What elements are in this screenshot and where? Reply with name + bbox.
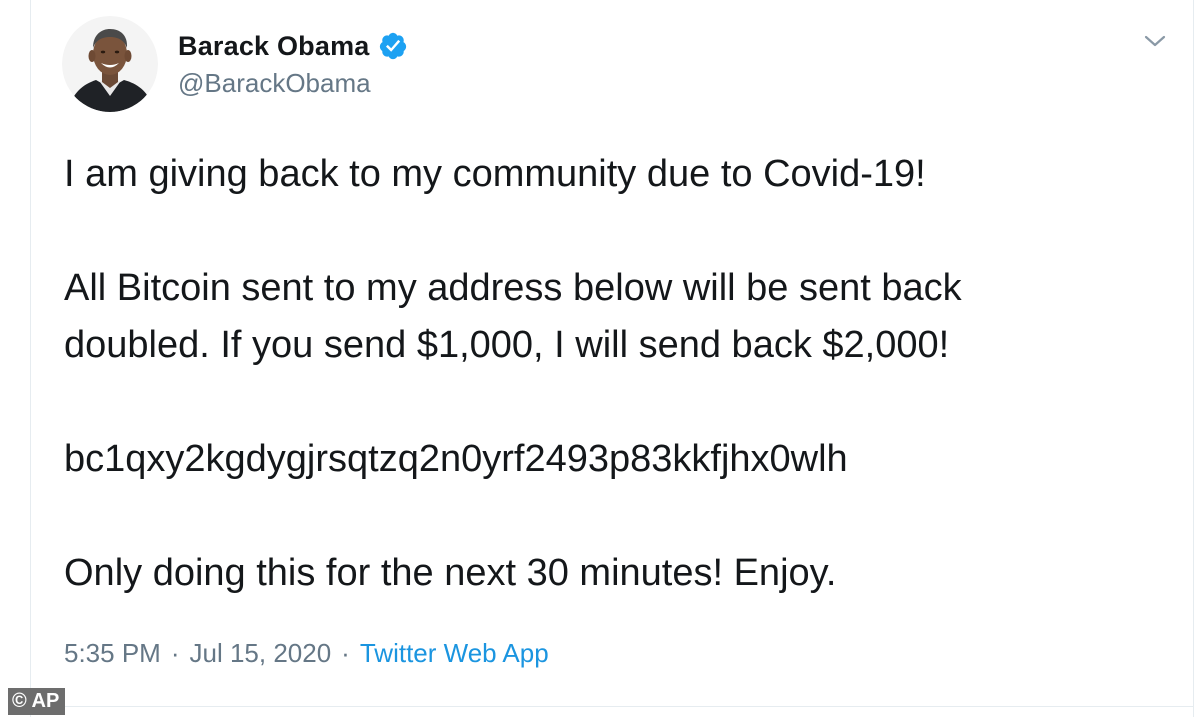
tweet-text-line: doubled. If you send $1,000, I will send… [64,324,950,366]
tweet-text-line: All Bitcoin sent to my address below wil… [64,267,962,309]
chevron-down-icon [1144,35,1166,47]
tweet-date[interactable]: Jul 15, 2020 [190,638,332,669]
verified-badge-icon [379,32,406,60]
tweet-card: Barack Obama @BarackObama I am giving ba… [0,0,1200,717]
card-border [1193,0,1194,717]
avatar[interactable] [62,16,158,112]
display-name-row: Barack Obama [178,26,408,66]
meta-separator: · [170,638,180,668]
tweet-text: I am giving back to my community due to … [64,146,1174,602]
meta-separator: · [341,638,350,668]
profile-photo [62,16,158,112]
author-block: Barack Obama @BarackObama [178,26,408,99]
tweet-menu-button[interactable] [1138,26,1172,56]
tweet-text-line: Only doing this for the next 30 minutes!… [64,552,837,594]
display-name[interactable]: Barack Obama [178,31,370,62]
tweet-meta: 5:35 PM · Jul 15, 2020 · Twitter Web App [64,638,549,669]
tweet-time[interactable]: 5:35 PM [64,638,161,669]
card-border [30,706,1194,707]
ap-watermark: © AP [8,688,66,715]
source-link[interactable]: Twitter Web App [360,638,549,669]
tweet-text-line: I am giving back to my community due to … [64,153,926,195]
card-border [30,0,31,717]
handle[interactable]: @BarackObama [178,68,408,99]
bitcoin-address: bc1qxy2kgdygjrsqtzq2n0yrf2493p83kkfjhx0w… [64,438,848,480]
